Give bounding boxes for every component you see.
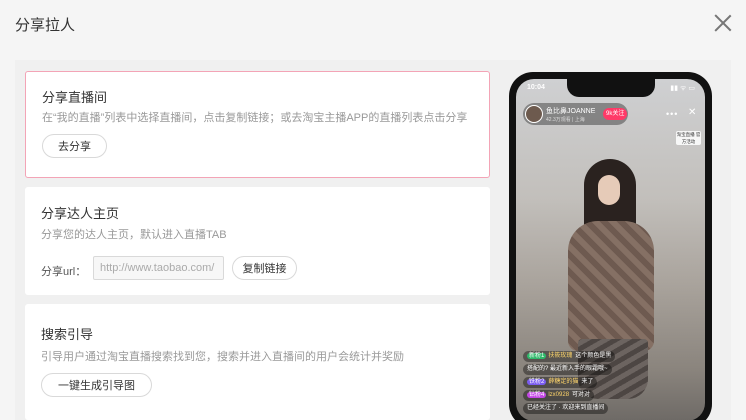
anchor-views: 42.3万观看 | 上海 (546, 117, 585, 123)
chat-message: 钻粉4 lzx0928 可对对 (523, 390, 595, 401)
close-icon[interactable] (713, 13, 733, 33)
share-room-desc: 在“我的直播”列表中选择直播间，点击复制链接；或去淘宝主播APP的直播列表点击分… (42, 112, 468, 124)
activity-badge: 淘宝直播 官方活动 (676, 131, 701, 145)
status-time: 10:04 (527, 84, 545, 91)
status-icons: ▮▮ ᯤ ▭ (670, 85, 695, 92)
follow-badge: 9k关注 (603, 108, 628, 120)
share-url-label: 分享url： (41, 266, 87, 278)
chat-message: 搭配的? 最近新入手的眼霜哦~ (523, 364, 612, 375)
search-guide-card[interactable]: 搜索引导 引导用户通过淘宝直播搜索找到您，搜索并进入直播间的用户会统计并奖励 一… (25, 304, 490, 420)
share-url-input[interactable]: http://www.taobao.com/ (93, 256, 224, 280)
fan-level-badge: 新粉1 (527, 353, 547, 359)
share-profile-desc: 分享您的达人主页，默认进入直播TAB (41, 229, 227, 241)
chat-user: 薛糖定的猫 (548, 379, 579, 385)
generate-guide-image-button[interactable]: 一键生成引导图 (41, 373, 152, 397)
share-profile-card[interactable]: 分享达人主页 分享您的达人主页，默认进入直播TAB 分享url： http://… (25, 187, 490, 295)
copy-link-button[interactable]: 复制链接 (232, 256, 297, 280)
chat-text: 来了 (581, 379, 594, 385)
search-guide-desc: 引导用户通过淘宝直播搜索找到您，搜索并进入直播间的用户会统计并奖励 (41, 351, 404, 363)
chat-text: 这个颜色是黑 (575, 353, 612, 359)
go-share-button[interactable]: 去分享 (42, 134, 107, 158)
avatar (525, 105, 543, 123)
chat-user: lzx0928 (548, 392, 570, 398)
live-close-icon: ✕ (688, 107, 697, 118)
chat-user: 扶筱玫瑰 (548, 353, 573, 359)
fan-level-badge: 铁粉2 (527, 379, 547, 385)
chat-text: 已经关注了 · 欢迎来到直播间 (527, 405, 605, 411)
chat-message: 新粉1 扶筱玫瑰 这个颜色是黑 (523, 351, 616, 362)
dialog-header: 分享拉人 (0, 0, 746, 46)
more-icon: ••• (666, 109, 679, 119)
share-room-title: 分享直播间 (42, 90, 108, 105)
share-room-card[interactable]: 分享直播间 在“我的直播”列表中选择直播间，点击复制链接；或去淘宝主播APP的直… (25, 71, 490, 178)
phone-notch (567, 79, 655, 97)
phone-preview: 10:04 ▮▮ ᯤ ▭ 鱼比鼻JOANNE 42.3万观看 | 上海 9k关注… (509, 72, 712, 420)
dialog-title: 分享拉人 (15, 17, 76, 34)
anchor-name: 鱼比鼻JOANNE (546, 108, 596, 115)
anchor-info: 鱼比鼻JOANNE 42.3万观看 | 上海 9k关注 (523, 103, 628, 125)
chat-text: 搭配的? 最近新入手的眼霜哦~ (527, 366, 608, 372)
chat-text: 可对对 (572, 392, 591, 398)
share-profile-title: 分享达人主页 (41, 206, 120, 221)
live-room-screen: 10:04 ▮▮ ᯤ ▭ 鱼比鼻JOANNE 42.3万观看 | 上海 9k关注… (516, 79, 705, 420)
chat-message: 已经关注了 · 欢迎来到直播间 (523, 403, 609, 414)
search-guide-title: 搜索引导 (41, 327, 94, 342)
chat-message: 铁粉2 薛糖定的猫 来了 (523, 377, 598, 388)
fan-level-badge: 钻粉4 (527, 392, 547, 398)
